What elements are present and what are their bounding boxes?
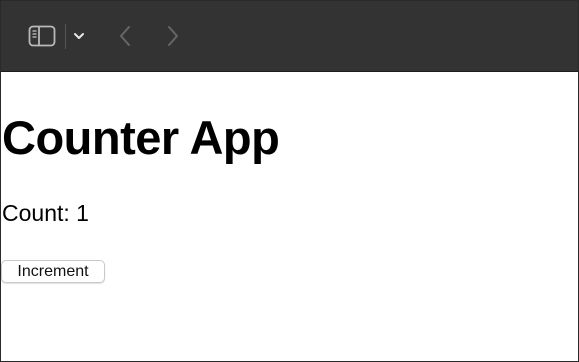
sidebar-toggle-button[interactable] xyxy=(27,23,57,49)
increment-button[interactable]: Increment xyxy=(1,260,105,283)
browser-toolbar xyxy=(1,1,578,72)
chevron-right-icon xyxy=(168,26,178,46)
back-button[interactable] xyxy=(115,23,135,49)
toolbar-divider xyxy=(65,24,66,49)
browser-window: Counter App Count: 1 Increment xyxy=(0,0,579,362)
chevron-left-icon xyxy=(120,26,130,46)
chevron-down-icon xyxy=(74,33,84,39)
page-content: Counter App Count: 1 Increment xyxy=(1,72,578,361)
forward-button[interactable] xyxy=(163,23,183,49)
sidebar-menu-button[interactable] xyxy=(71,27,87,45)
page-title: Counter App xyxy=(2,111,280,164)
sidebar-toggle-icon xyxy=(28,25,56,47)
count-display: Count: 1 xyxy=(2,200,89,226)
